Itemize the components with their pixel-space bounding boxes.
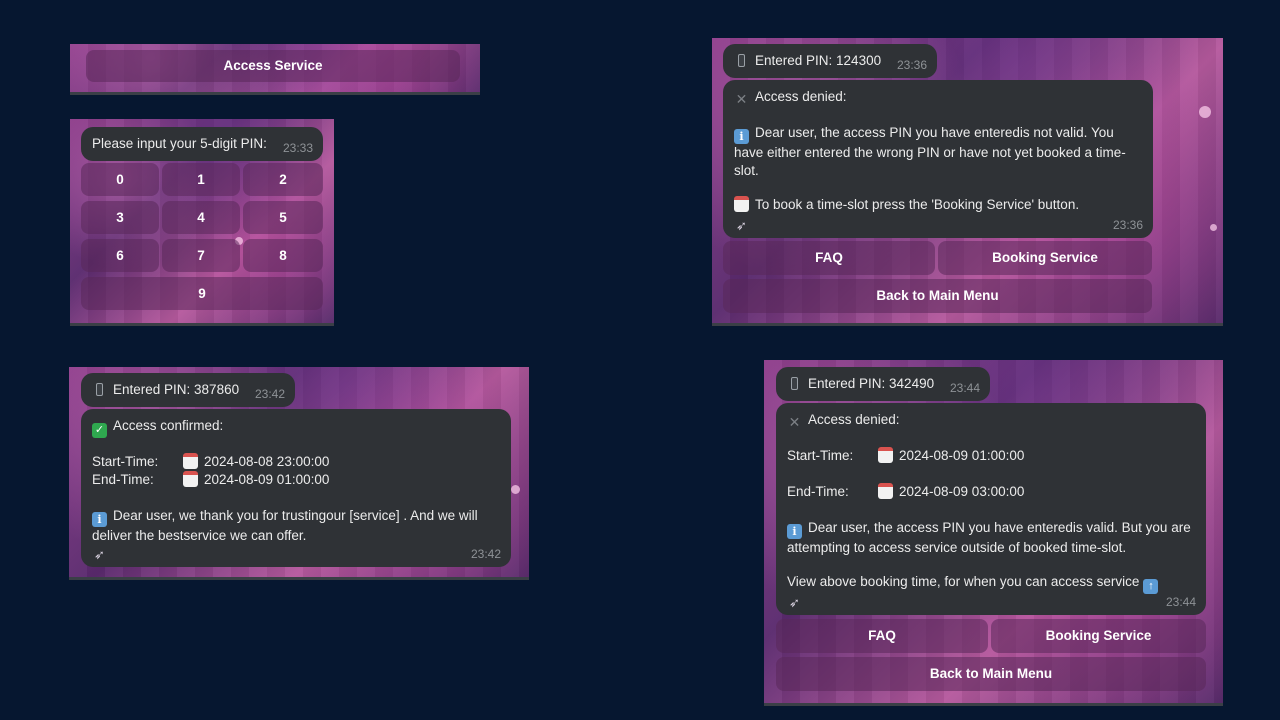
start-time-value: 2024-08-08 23:00:00 <box>204 454 330 469</box>
faq-button[interactable]: FAQ <box>723 241 935 275</box>
start-time-label: Start-Time: <box>787 448 854 463</box>
rocket-icon: ➶ <box>789 595 800 610</box>
entered-pin-text: Entered PIN: 387860 <box>113 382 240 397</box>
keypad-key-0[interactable]: 0 <box>81 163 159 196</box>
message-timestamp: 23:44 <box>949 381 980 395</box>
info-message-text: Dear user, the access PIN you have enter… <box>787 520 1191 555</box>
booking-service-button[interactable]: Booking Service <box>938 241 1152 275</box>
mobile-phone-icon <box>787 376 802 391</box>
booking-service-button[interactable]: Booking Service <box>991 619 1206 653</box>
up-arrow-icon: ↑ <box>1143 579 1159 594</box>
calendar-icon <box>734 196 749 212</box>
cross-mark-icon: ✕ <box>735 91 748 107</box>
information-icon: i <box>92 512 107 527</box>
entered-pin-text: Entered PIN: 342490 <box>808 376 935 391</box>
start-time-value: 2024-08-09 01:00:00 <box>899 448 1025 463</box>
back-to-main-menu-button[interactable]: Back to Main Menu <box>776 657 1206 691</box>
info-message-text: Dear user, the access PIN you have enter… <box>734 125 1126 178</box>
access-denied-bubble: ✕ Access denied: Start-Time: 2024-08-09 0… <box>776 403 1206 615</box>
access-denied-outside-slot-panel: Entered PIN: 342490 23:44 ✕ Access denied… <box>764 360 1223 706</box>
end-time-label: End-Time: <box>787 484 849 499</box>
calendar-icon <box>183 471 198 487</box>
back-to-main-menu-button[interactable]: Back to Main Menu <box>723 279 1152 313</box>
mobile-phone-icon <box>734 53 749 68</box>
booking-hint-text: To book a time-slot press the 'Booking S… <box>755 197 1080 212</box>
message-timestamp: 23:36 <box>1112 218 1143 232</box>
message-timestamp: 23:44 <box>1165 595 1196 609</box>
end-time-value: 2024-08-09 01:00:00 <box>204 472 330 487</box>
keypad-key-4[interactable]: 4 <box>162 201 240 234</box>
access-service-button[interactable]: Access Service <box>86 50 460 82</box>
message-timestamp: 23:42 <box>254 387 285 401</box>
keypad-key-9[interactable]: 9 <box>81 277 323 310</box>
start-time-label: Start-Time: <box>92 454 159 469</box>
keypad-key-7[interactable]: 7 <box>162 239 240 272</box>
keypad-key-1[interactable]: 1 <box>162 163 240 196</box>
pin-prompt-bubble: Please input your 5-digit PIN: 23:33 <box>81 127 323 161</box>
mobile-phone-icon <box>92 382 107 397</box>
message-timestamp: 23:36 <box>896 58 927 72</box>
end-time-label: End-Time: <box>92 472 154 487</box>
access-service-panel: Access Service <box>70 44 480 95</box>
access-status-text: Access denied: <box>755 89 847 104</box>
calendar-icon <box>878 483 893 499</box>
pin-prompt-text: Please input your 5-digit PIN: <box>92 136 267 151</box>
cross-mark-icon: ✕ <box>788 414 801 430</box>
access-status-text: Access confirmed: <box>113 418 224 433</box>
access-confirmed-bubble: ✓ Access confirmed: Start-Time: 2024-08-0… <box>81 409 511 567</box>
access-confirmed-panel: Entered PIN: 387860 23:42 ✓ Access confir… <box>69 367 529 580</box>
keypad-key-3[interactable]: 3 <box>81 201 159 234</box>
check-mark-icon: ✓ <box>92 423 107 438</box>
information-icon: i <box>787 524 802 539</box>
calendar-icon <box>183 453 198 469</box>
entered-pin-bubble: Entered PIN: 342490 23:44 <box>776 367 990 401</box>
information-icon: i <box>734 129 749 144</box>
entered-pin-bubble: Entered PIN: 124300 23:36 <box>723 44 937 78</box>
entered-pin-text: Entered PIN: 124300 <box>755 53 882 68</box>
rocket-icon: ➶ <box>736 218 747 233</box>
access-denied-invalid-panel: Entered PIN: 124300 23:36 ✕ Access denied… <box>712 38 1223 326</box>
entered-pin-bubble: Entered PIN: 387860 23:42 <box>81 373 295 407</box>
message-timestamp: 23:33 <box>282 141 313 155</box>
keypad-key-5[interactable]: 5 <box>243 201 323 234</box>
access-status-text: Access denied: <box>808 412 900 427</box>
view-booking-text: View above booking time, for when you ca… <box>787 574 1140 589</box>
keypad-key-6[interactable]: 6 <box>81 239 159 272</box>
faq-button[interactable]: FAQ <box>776 619 988 653</box>
calendar-icon <box>878 447 893 463</box>
access-denied-bubble: ✕ Access denied: i Dear user, the access P… <box>723 80 1153 238</box>
keypad-key-2[interactable]: 2 <box>243 163 323 196</box>
rocket-icon: ➶ <box>94 547 105 562</box>
keypad-key-8[interactable]: 8 <box>243 239 323 272</box>
end-time-value: 2024-08-09 03:00:00 <box>899 484 1025 499</box>
info-message-text: Dear user, we thank you for trustingour … <box>92 508 478 543</box>
message-timestamp: 23:42 <box>470 547 501 561</box>
pin-keypad-panel: Please input your 5-digit PIN: 23:33 0 1… <box>70 119 334 326</box>
